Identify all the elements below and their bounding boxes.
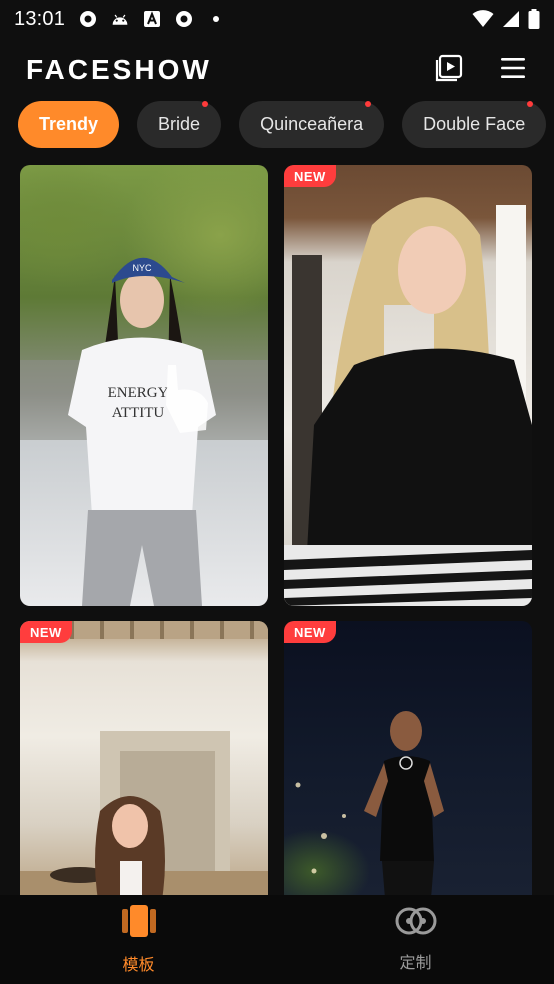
template-card[interactable]: NEW bbox=[284, 621, 532, 895]
nav-item-templates[interactable]: 模板 bbox=[0, 895, 277, 984]
new-badge: NEW bbox=[284, 621, 336, 643]
nav-label: 模板 bbox=[122, 955, 155, 974]
hamburger-menu-icon bbox=[500, 57, 526, 84]
status-notification-icons bbox=[79, 10, 225, 28]
tab-trendy[interactable]: Trendy bbox=[18, 101, 120, 148]
nav-item-custom[interactable]: 定制 bbox=[277, 895, 554, 984]
tab-double-face[interactable]: Double Face bbox=[402, 101, 547, 148]
tab-label: Quinceañera bbox=[260, 114, 364, 134]
template-thumbnail-image bbox=[295, 711, 444, 895]
tab-label: Bride bbox=[158, 114, 201, 134]
template-grid: NYC ENERGY ATTITU NEW NEW NEW bbox=[20, 165, 534, 895]
shirt-text-line2: ATTITU bbox=[112, 405, 165, 421]
wifi-icon bbox=[472, 10, 494, 28]
new-dot-indicator bbox=[202, 101, 209, 107]
notification-app-icon-2 bbox=[175, 10, 193, 28]
category-tabs: Trendy Bride Quinceañera Double Face bbox=[18, 101, 547, 149]
template-thumbnail-image bbox=[284, 197, 532, 606]
tab-label: Double Face bbox=[423, 114, 526, 134]
dot-icon bbox=[207, 10, 225, 28]
android-icon bbox=[111, 10, 129, 28]
status-time: 13:01 bbox=[14, 7, 66, 30]
notification-app-icon bbox=[79, 10, 97, 28]
app-title: FACESHOW bbox=[26, 54, 212, 85]
new-badge: NEW bbox=[20, 621, 72, 643]
signal-icon bbox=[502, 10, 520, 28]
battery-icon bbox=[528, 9, 540, 29]
template-card[interactable]: NEW bbox=[20, 621, 268, 895]
video-library-button[interactable] bbox=[434, 53, 464, 88]
header-actions bbox=[434, 53, 528, 88]
menu-button[interactable] bbox=[498, 55, 528, 85]
new-dot-indicator bbox=[527, 101, 534, 107]
app-header: FACESHOW bbox=[0, 46, 554, 94]
cap-text: NYC bbox=[132, 263, 152, 273]
template-card[interactable]: NEW bbox=[284, 165, 532, 606]
bottom-navigation: 模板 定制 bbox=[0, 895, 554, 984]
template-icon bbox=[121, 904, 157, 943]
template-thumbnail-image bbox=[20, 621, 268, 895]
font-a-icon bbox=[143, 10, 161, 28]
tab-label: Trendy bbox=[39, 114, 99, 134]
shirt-text-line1: ENERGY bbox=[108, 385, 169, 401]
status-system-icons bbox=[472, 9, 540, 29]
template-card[interactable]: NYC ENERGY ATTITU bbox=[20, 165, 268, 606]
new-dot-indicator bbox=[365, 101, 372, 107]
custom-icon bbox=[394, 906, 438, 941]
new-badge: NEW bbox=[284, 165, 336, 187]
status-bar: 13:01 bbox=[0, 0, 554, 38]
video-library-icon bbox=[434, 53, 464, 88]
template-thumbnail-image: NYC ENERGY ATTITU bbox=[20, 257, 268, 606]
tab-bride[interactable]: Bride bbox=[137, 101, 222, 148]
nav-label: 定制 bbox=[399, 953, 432, 972]
tab-quinceanera[interactable]: Quinceañera bbox=[239, 101, 385, 148]
